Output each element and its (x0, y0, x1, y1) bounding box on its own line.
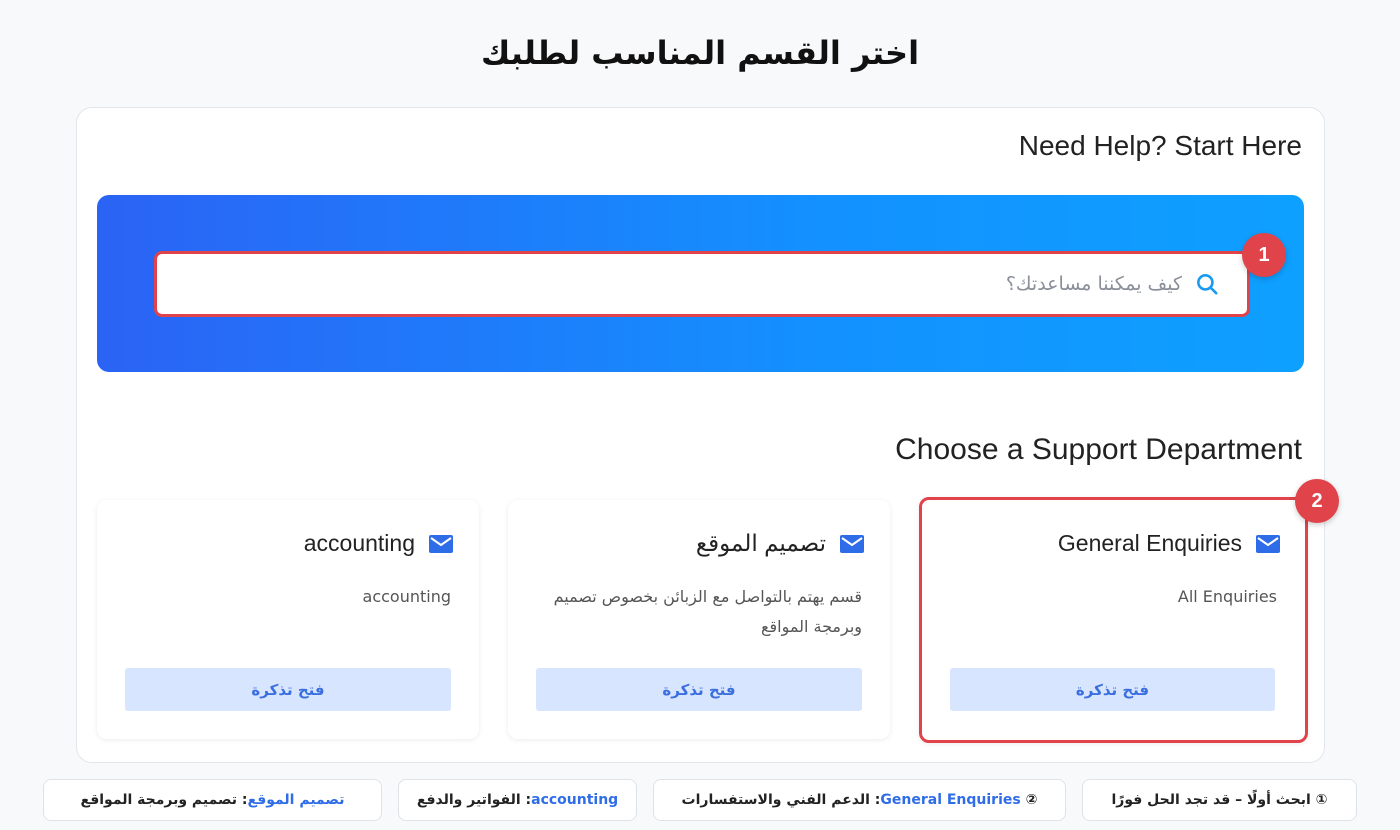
legend-marker: ① (1315, 792, 1328, 808)
department-name: تصميم الموقع (695, 530, 826, 556)
legend-keyword: General Enquiries (880, 792, 1021, 808)
legend-keyword: تصميم الموقع (247, 792, 345, 808)
legend-text: ابحث أولًا – قد تجد الحل فورًا (1111, 792, 1311, 808)
search-icon[interactable] (1194, 271, 1220, 297)
department-card-website-design[interactable]: تصميم الموقع قسم يهتم بالتواصل مع الزبائ… (508, 500, 890, 739)
legend-chip-general: ② General Enquiries: الدعم الفني والاستف… (653, 779, 1066, 821)
legend-chip-search: ① ابحث أولًا – قد تجد الحل فورًا (1082, 779, 1357, 821)
departments-title: Choose a Support Department (895, 433, 1302, 466)
search-hero (97, 195, 1304, 372)
legend-text: : الفواتير والدفع (416, 792, 532, 808)
search-input[interactable] (184, 273, 1182, 295)
legend-text: : تصميم وبرمجة المواقع (80, 792, 248, 808)
department-description: قسم يهتم بالتواصل مع الزبائن بخصوص تصميم… (553, 587, 862, 636)
open-ticket-button[interactable]: فتح تذكرة (536, 668, 862, 711)
mail-icon (429, 534, 453, 553)
legend-marker: ② (1025, 792, 1038, 808)
department-description: accounting (362, 587, 451, 606)
department-name: accounting (303, 530, 415, 556)
open-ticket-button[interactable]: فتح تذكرة (125, 668, 451, 711)
page-title: اختر القسم المناسب لطلبك (480, 34, 920, 72)
legend-chip-website: تصميم الموقع: تصميم وبرمجة المواقع (43, 779, 382, 821)
legend-keyword: accounting (531, 792, 619, 808)
support-card: Need Help? Start Here 1 Choose a Support… (76, 107, 1339, 763)
department-card-general-enquiries[interactable]: General Enquiries All Enquiries فتح تذكر… (919, 497, 1308, 743)
department-name: General Enquiries (1057, 530, 1242, 556)
department-card-accounting[interactable]: accounting accounting فتح تذكرة (97, 500, 479, 739)
search-box (154, 251, 1250, 317)
legend-text: : الدعم الفني والاستفسارات (681, 792, 881, 808)
mail-icon (840, 534, 864, 553)
legend-chip-accounting: accounting: الفواتير والدفع (398, 779, 637, 821)
step-badge-1: 1 (1242, 233, 1286, 277)
step-badge-2: 2 (1295, 479, 1339, 523)
help-title: Need Help? Start Here (1018, 130, 1302, 161)
open-ticket-button[interactable]: فتح تذكرة (950, 668, 1275, 711)
department-description: All Enquiries (1177, 587, 1277, 606)
mail-icon (1256, 534, 1280, 553)
